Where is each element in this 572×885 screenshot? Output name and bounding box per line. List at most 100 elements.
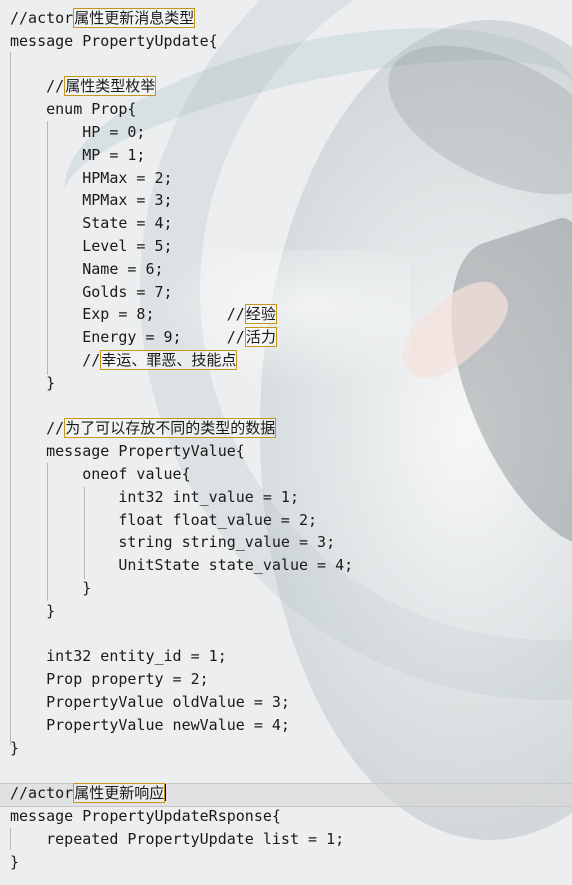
code-text: int32 entity_id = 1; — [46, 647, 227, 666]
code-text: message PropertyValue{ — [46, 442, 245, 461]
code-line[interactable]: Golds = 7; — [10, 281, 173, 303]
code-text: Exp = 8; // — [82, 305, 245, 324]
code-line[interactable]: //为了可以存放不同的类型的数据 — [10, 417, 277, 439]
code-line[interactable]: enum Prop{ — [10, 98, 136, 120]
code-text: // — [82, 351, 101, 369]
code-line[interactable]: float float_value = 2; — [10, 509, 317, 531]
code-line[interactable]: } — [10, 577, 91, 599]
code-line[interactable]: HP = 0; — [10, 121, 145, 143]
code-text: //actor — [10, 9, 74, 27]
code-text: Name = 6; — [82, 259, 164, 278]
code-line[interactable]: PropertyValue oldValue = 3; — [10, 691, 290, 713]
code-line[interactable]: Level = 5; — [10, 235, 173, 257]
code-text: //actor — [10, 784, 74, 803]
code-line[interactable]: HPMax = 2; — [10, 167, 173, 189]
code-line[interactable]: //幸运、罪恶、技能点 — [10, 349, 238, 371]
code-line[interactable]: } — [10, 600, 55, 622]
highlighted-comment-text: 属性类型枚举 — [64, 76, 157, 97]
code-text: } — [46, 373, 56, 392]
highlighted-comment-text: 为了可以存放不同的类型的数据 — [64, 418, 277, 439]
code-line[interactable]: //属性类型枚举 — [10, 75, 157, 97]
code-line[interactable]: } — [10, 851, 19, 873]
code-line[interactable]: //actor属性更新响应 — [10, 782, 167, 804]
code-text: // — [46, 419, 65, 438]
code-text: enum Prop{ — [46, 100, 137, 119]
code-text: HPMax = 2; — [82, 168, 173, 187]
code-text: MP = 1; — [82, 145, 146, 164]
code-text: PropertyValue newValue = 4; — [46, 715, 290, 734]
code-line[interactable]: Exp = 8; //经验 — [10, 303, 277, 325]
code-line[interactable]: int32 int_value = 1; — [10, 486, 299, 508]
code-text: } — [82, 579, 92, 597]
code-line[interactable]: UnitState state_value = 4; — [10, 554, 353, 576]
code-text: message PropertyUpdate{ — [10, 31, 218, 50]
code-line[interactable]: } — [10, 737, 19, 759]
code-line[interactable]: message PropertyUpdate{ — [10, 30, 218, 52]
code-line[interactable]: MPMax = 3; — [10, 189, 173, 211]
code-line[interactable]: State = 4; — [10, 212, 173, 234]
code-text: } — [46, 601, 56, 620]
code-line[interactable]: message PropertyValue{ — [10, 440, 245, 462]
code-text: } — [10, 738, 20, 757]
code-text: PropertyValue oldValue = 3; — [46, 693, 290, 711]
code-line[interactable]: Name = 6; — [10, 258, 164, 280]
code-text: Energy = 9; // — [82, 328, 245, 347]
code-text: Prop property = 2; — [46, 670, 209, 689]
code-text: message PropertyUpdateRsponse{ — [10, 807, 281, 825]
code-text: HP = 0; — [82, 123, 146, 141]
code-text: float float_value = 2; — [118, 510, 318, 529]
code-text: Level = 5; — [82, 237, 173, 255]
code-text: oneof value{ — [82, 465, 191, 483]
code-line[interactable]: } — [10, 372, 55, 394]
code-line[interactable]: Prop property = 2; — [10, 668, 209, 690]
highlighted-comment-text: 属性更新响应 — [73, 783, 166, 804]
code-line[interactable]: int32 entity_id = 1; — [10, 645, 227, 667]
code-text: UnitState state_value = 4; — [118, 556, 354, 575]
code-text: State = 4; — [82, 214, 173, 233]
code-text: Golds = 7; — [82, 282, 173, 301]
code-line[interactable]: repeated PropertyUpdate list = 1; — [10, 828, 344, 850]
code-text: } — [10, 852, 20, 871]
code-line[interactable]: //actor属性更新消息类型 — [10, 7, 196, 29]
code-text: string string_value = 3; — [118, 533, 336, 552]
code-line[interactable]: oneof value{ — [10, 463, 191, 485]
highlighted-comment-text: 幸运、罪恶、技能点 — [100, 350, 238, 370]
text-caret — [165, 784, 167, 802]
code-line[interactable]: MP = 1; — [10, 144, 145, 166]
code-line[interactable]: Energy = 9; //活力 — [10, 326, 277, 348]
highlighted-comment-text: 属性更新消息类型 — [73, 8, 196, 28]
code-text: // — [46, 77, 65, 96]
code-line[interactable]: PropertyValue newValue = 4; — [10, 714, 290, 736]
code-editor[interactable]: //actor属性更新消息类型 message PropertyUpdate{ /… — [0, 0, 572, 885]
highlighted-comment-text: 经验 — [244, 304, 277, 325]
code-text: int32 int_value = 1; — [118, 487, 299, 506]
code-line[interactable]: message PropertyUpdateRsponse{ — [10, 805, 281, 827]
highlighted-comment-text: 活力 — [244, 327, 277, 348]
code-line[interactable]: string string_value = 3; — [10, 531, 335, 553]
code-text: MPMax = 3; — [82, 191, 173, 210]
